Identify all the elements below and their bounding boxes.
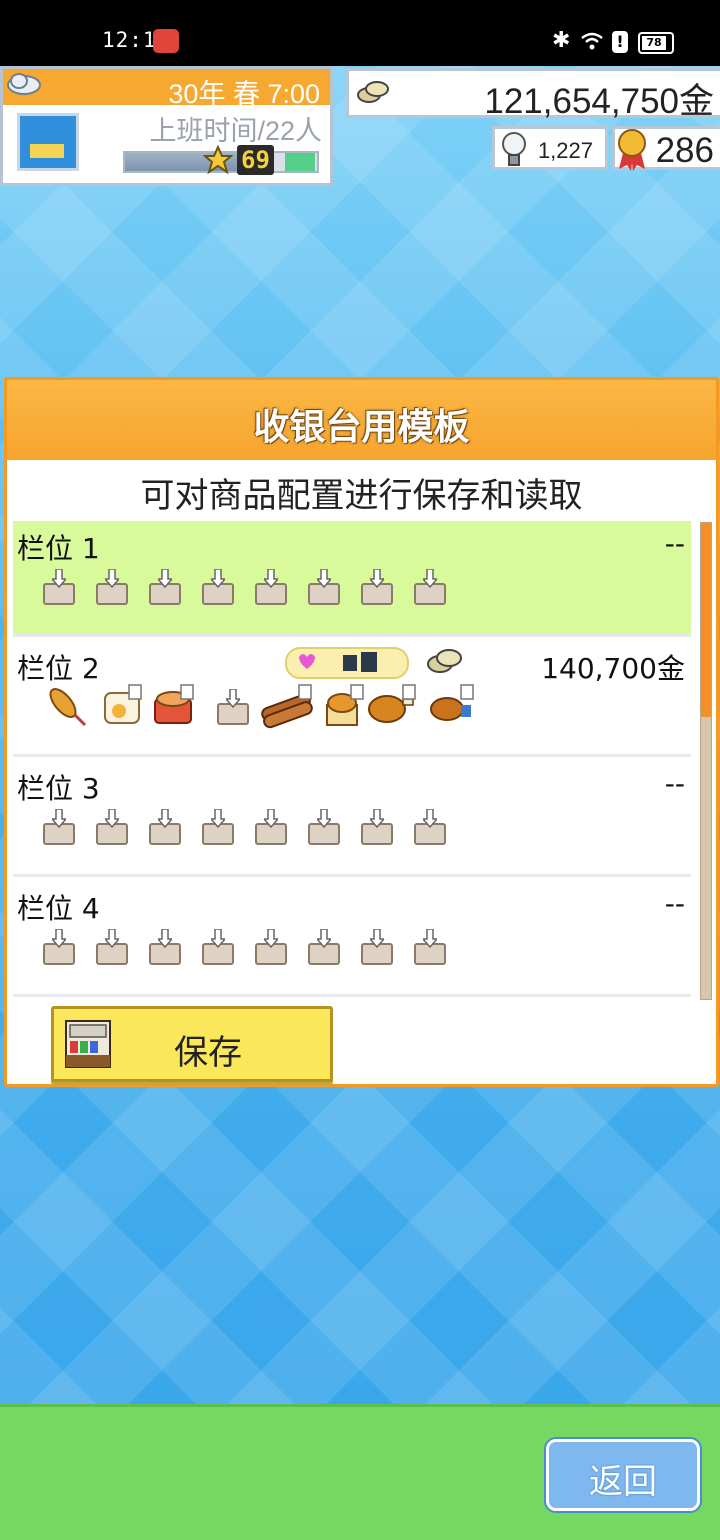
empty-slot-icon [149, 929, 183, 967]
game-date: 30年 春 7:00 [168, 79, 320, 109]
empty-slot-icon [414, 809, 448, 847]
experience-bar-green [285, 153, 315, 171]
shop-picture-icon [17, 113, 79, 171]
bluetooth-icon: ✱ [552, 28, 571, 53]
alert-icon: ! [612, 31, 628, 53]
rolled-bread-icon [261, 684, 313, 729]
empty-slot-icon [361, 569, 395, 607]
medal-display[interactable]: 286 [612, 126, 720, 171]
idea-display[interactable]: 1,227 [492, 126, 608, 170]
empty-slot-icon [308, 809, 342, 847]
coin-icon [427, 649, 462, 673]
empty-slot-icon [308, 929, 342, 967]
star-icon [203, 145, 233, 175]
empty-slot-icon [96, 569, 130, 607]
empty-slot-icon [149, 569, 183, 607]
bottom-bar: 返回 [0, 1404, 720, 1540]
back-button[interactable]: 返回 [546, 1439, 700, 1511]
cloud-weather-icon [7, 73, 41, 95]
empty-slot-icon [43, 569, 77, 607]
wifi-icon [581, 32, 603, 50]
panel-header: 收银台用模板 [7, 380, 716, 460]
shop-level: 69 [237, 145, 274, 175]
slot-3[interactable]: 栏位 3 -- [13, 761, 691, 877]
empty-slot-icon [96, 929, 130, 967]
slot-price: -- [664, 527, 685, 560]
slot-name: 栏位 1 [17, 532, 100, 565]
empty-slot-icon [414, 929, 448, 967]
battery-icon: 78 [638, 32, 674, 54]
slot-list[interactable]: 栏位 1 -- 栏位 2 140,700金 栏位 3 -- 栏位 4 -- [13, 521, 691, 1001]
status-icons: ✱ ! 78 [552, 28, 682, 54]
empty-slot-icon [202, 929, 236, 967]
scrollbar[interactable] [700, 522, 712, 1000]
shift-info: 上班时间/22人 [149, 116, 322, 146]
empty-slot-icon [255, 809, 289, 847]
medal-icon [618, 129, 646, 171]
slot-4[interactable]: 栏位 4 -- [13, 881, 691, 997]
empty-slot-icon [202, 569, 236, 607]
empty-slot-icon [414, 569, 448, 607]
battery-level: 78 [642, 36, 666, 50]
panel-title: 收银台用模板 [253, 407, 470, 448]
save-label: 保存 [174, 1033, 242, 1073]
empty-slot-icon [43, 809, 77, 847]
medal-value: 286 [655, 131, 714, 170]
money-value: 121,654,750金 [484, 82, 714, 121]
corn-dog-icon [49, 687, 87, 727]
empty-slot-icon [202, 809, 236, 847]
empty-slot-icon [96, 809, 130, 847]
empty-slot-icon [361, 929, 395, 967]
empty-slot-icon [43, 929, 77, 967]
empty-slot-icon [149, 809, 183, 847]
slot-items [39, 681, 479, 731]
slot-1[interactable]: 栏位 1 -- [13, 521, 691, 637]
date-bar: 30年 春 7:00 [3, 69, 330, 109]
scrollbar-thumb[interactable] [701, 523, 711, 717]
slot-name: 栏位 4 [17, 892, 100, 925]
coin-icon [357, 81, 389, 103]
slot-2[interactable]: 栏位 2 140,700金 [13, 641, 691, 757]
save-button[interactable]: 保存 [51, 1006, 333, 1082]
popularity-badge [285, 647, 409, 679]
panel-subtitle: 可对商品配置进行保存和读取 [140, 476, 583, 516]
status-bar: 12:14 ✱ ! 78 [0, 0, 720, 66]
empty-slot-icon [255, 569, 289, 607]
slot-price: -- [664, 887, 685, 920]
idea-value: 1,227 [537, 138, 593, 163]
lightbulb-icon [502, 132, 526, 166]
croissant-box-icon [326, 684, 364, 726]
fried-food-basket-icon [154, 684, 194, 724]
money-display[interactable]: 121,654,750金 [346, 68, 720, 121]
chicken-leg-icon [368, 684, 416, 723]
notification-icon [153, 29, 179, 53]
empty-slot-icon [255, 929, 289, 967]
slot-price: 140,700金 [541, 652, 685, 685]
slot-name: 栏位 3 [17, 772, 100, 805]
slot-price: -- [664, 767, 685, 800]
back-label: 返回 [589, 1462, 657, 1502]
player-status-panel[interactable]: 30年 春 7:00 上班时间/22人 69 [0, 66, 333, 186]
shelf-icon [65, 1020, 111, 1068]
roasted-drumstick-icon [430, 684, 474, 721]
template-panel: 收银台用模板 可对商品配置进行保存和读取 栏位 1 -- 栏位 2 140,70… [4, 377, 719, 1087]
empty-slot-icon [217, 689, 251, 727]
empty-slot-icon [361, 809, 395, 847]
empty-slot-icon [308, 569, 342, 607]
egg-sandwich-icon [104, 684, 142, 724]
